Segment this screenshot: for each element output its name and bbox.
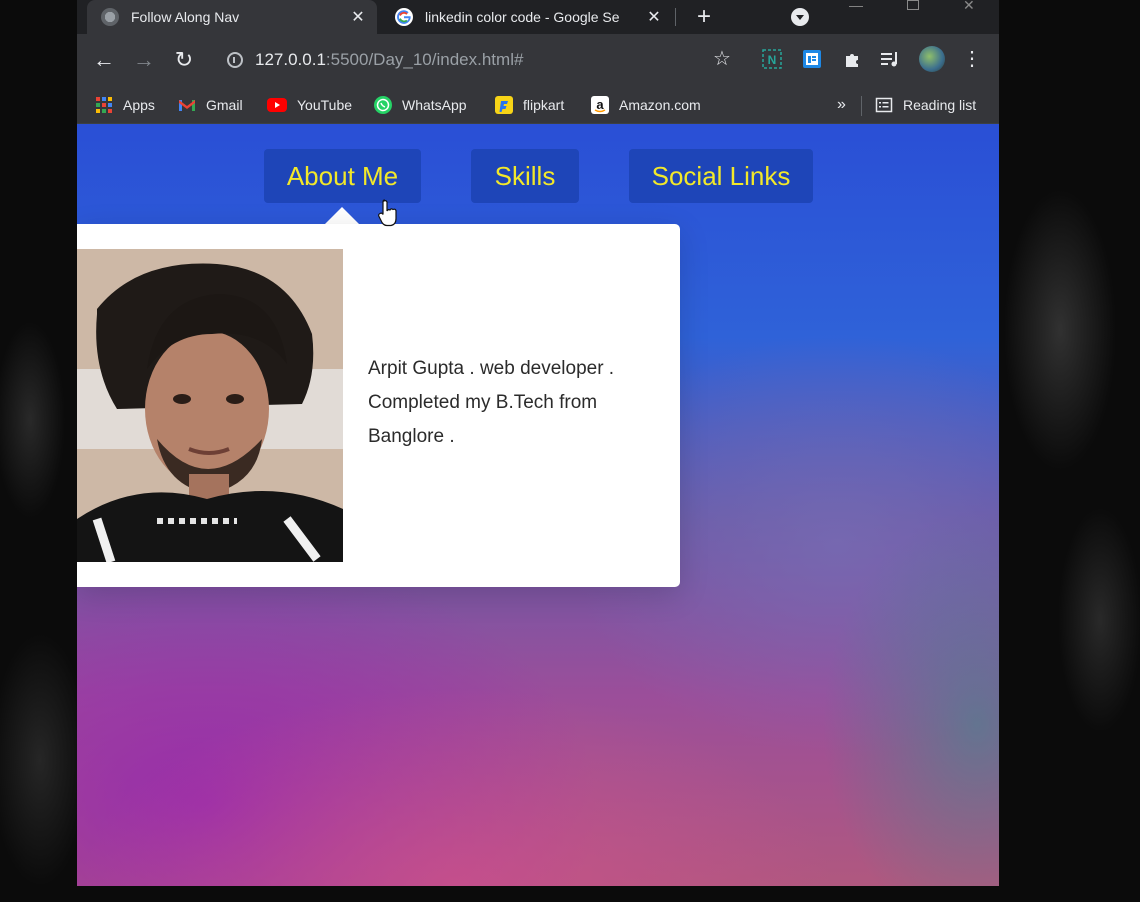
bookmark-label: Gmail xyxy=(206,97,243,113)
extension-ie-icon[interactable] xyxy=(801,48,823,70)
minimize-icon[interactable]: — xyxy=(849,0,863,12)
bookmark-label: WhatsApp xyxy=(402,97,467,113)
browser-window: Follow Along Nav ✕ linkedin color code -… xyxy=(77,0,999,886)
address-host: 127.0.0.1 xyxy=(255,50,326,69)
menu-kebab-icon[interactable]: ⋮ xyxy=(961,48,983,70)
tab-divider xyxy=(675,8,676,26)
svg-text:a: a xyxy=(596,97,604,112)
whatsapp-icon xyxy=(374,96,392,114)
back-icon[interactable]: ← xyxy=(91,48,117,74)
window-close-icon[interactable]: ✕ xyxy=(963,0,977,12)
bookmark-whatsapp[interactable]: WhatsApp xyxy=(374,92,467,118)
reading-list-label: Reading list xyxy=(903,97,977,113)
address-path: :5500/Day_10/index.html# xyxy=(325,50,524,69)
page-viewport: About Me Skills Social Links Arpit Gupta… xyxy=(77,124,999,886)
globe-icon xyxy=(101,8,119,26)
forward-icon[interactable]: → xyxy=(131,48,157,74)
browser-toolbar: ← → ↻ 127.0.0.1:5500/Day_10/index.html# … xyxy=(77,34,999,86)
bookmark-amazon[interactable]: a Amazon.com xyxy=(591,92,701,118)
extension-n-icon[interactable]: N xyxy=(761,48,783,70)
site-info-icon[interactable] xyxy=(227,52,243,68)
google-icon xyxy=(395,8,413,26)
reading-list-button[interactable]: Reading list xyxy=(875,92,976,118)
media-controls-icon[interactable] xyxy=(879,48,901,70)
profile-photo xyxy=(77,249,343,562)
close-tab-icon[interactable]: ✕ xyxy=(641,7,667,27)
about-me-dropdown: Arpit Gupta . web developer . Completed … xyxy=(77,224,680,587)
bookmark-label: flipkart xyxy=(523,97,565,113)
bookmarks-bar: Apps Gmail YouTube WhatsApp flipkart a A… xyxy=(77,86,999,124)
reading-list-icon xyxy=(875,96,893,114)
apps-grid-icon xyxy=(95,96,113,114)
bookmark-youtube[interactable]: YouTube xyxy=(267,92,352,118)
youtube-icon xyxy=(267,98,287,112)
tab-search-icon[interactable] xyxy=(791,8,809,26)
bookmark-flipkart[interactable]: flipkart xyxy=(495,92,564,118)
bookmark-label: Amazon.com xyxy=(619,97,701,113)
address-bar[interactable]: 127.0.0.1:5500/Day_10/index.html# xyxy=(213,42,745,78)
bookmark-star-icon[interactable]: ☆ xyxy=(711,48,733,70)
tab-follow-along-nav[interactable]: Follow Along Nav ✕ xyxy=(87,0,377,34)
profile-avatar[interactable] xyxy=(919,46,945,72)
bookmarks-overflow-button[interactable]: » xyxy=(837,92,846,118)
tab-title: Follow Along Nav xyxy=(131,9,240,25)
main-nav: About Me Skills Social Links xyxy=(77,124,999,224)
bookmark-gmail[interactable]: Gmail xyxy=(178,92,243,118)
nav-skills[interactable]: Skills xyxy=(471,149,579,203)
reload-icon[interactable]: ↻ xyxy=(171,48,197,74)
bookmarks-divider xyxy=(861,96,862,116)
svg-text:N: N xyxy=(768,53,777,67)
tab-strip: Follow Along Nav ✕ linkedin color code -… xyxy=(77,0,999,34)
new-tab-button[interactable]: + xyxy=(691,2,717,32)
amazon-icon: a xyxy=(591,96,609,114)
maximize-icon[interactable] xyxy=(907,0,919,10)
bookmark-apps[interactable]: Apps xyxy=(95,92,155,118)
flipkart-icon xyxy=(495,96,513,114)
about-me-bio: Arpit Gupta . web developer . Completed … xyxy=(368,358,615,447)
bookmark-label: Apps xyxy=(123,97,155,113)
hand-cursor-icon xyxy=(378,199,398,227)
gmail-icon xyxy=(178,96,196,114)
bookmark-label: YouTube xyxy=(297,97,353,113)
nav-about-me[interactable]: About Me xyxy=(264,149,421,203)
tab-title: linkedin color code - Google Se xyxy=(425,9,620,25)
nav-social-links[interactable]: Social Links xyxy=(629,149,813,203)
close-tab-icon[interactable]: ✕ xyxy=(345,7,371,27)
dropdown-arrow xyxy=(325,207,359,224)
tab-linkedin-search[interactable]: linkedin color code - Google Se ✕ xyxy=(381,0,673,34)
extensions-puzzle-icon[interactable] xyxy=(841,48,863,70)
